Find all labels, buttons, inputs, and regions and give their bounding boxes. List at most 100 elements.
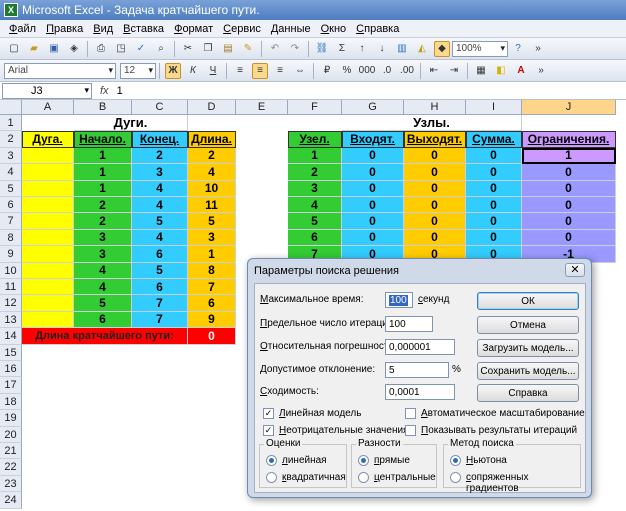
row-header[interactable]: 24: [0, 492, 22, 509]
menu-edit[interactable]: Правка: [46, 23, 83, 35]
cell[interactable]: [22, 279, 74, 296]
toolbar-options-icon[interactable]: »: [530, 41, 546, 57]
select-all-corner[interactable]: [0, 100, 22, 115]
column-header[interactable]: G: [342, 100, 404, 115]
column-header[interactable]: I: [466, 100, 522, 115]
save-icon[interactable]: ▣: [46, 41, 62, 57]
ok-button[interactable]: ОК: [477, 292, 579, 310]
new-icon[interactable]: ▢: [6, 41, 22, 57]
cell[interactable]: 0: [404, 164, 466, 181]
permission-icon[interactable]: ◈: [66, 41, 82, 57]
row-header[interactable]: 5: [0, 180, 22, 197]
cell[interactable]: 4: [132, 229, 188, 247]
format-painter-icon[interactable]: ✎: [240, 41, 256, 57]
function-icon[interactable]: fx: [100, 85, 109, 97]
column-header[interactable]: J: [522, 100, 616, 115]
linear-model-checkbox[interactable]: ✓: [263, 408, 274, 419]
column-header[interactable]: D: [188, 100, 236, 115]
cell[interactable]: 0: [522, 197, 616, 214]
preview-icon[interactable]: ◳: [113, 41, 129, 57]
cell[interactable]: 2: [288, 164, 342, 181]
iterations-input[interactable]: 100: [385, 316, 433, 332]
row-header[interactable]: 16: [0, 361, 22, 378]
cell[interactable]: 6: [74, 311, 132, 329]
cell[interactable]: 1: [74, 180, 132, 197]
menu-tools[interactable]: Сервис: [223, 23, 261, 35]
cell[interactable]: 5: [74, 295, 132, 312]
cell[interactable]: 0: [342, 147, 404, 165]
tolerance-input[interactable]: 5: [385, 362, 449, 378]
precision-input[interactable]: 0,000001: [385, 339, 455, 355]
cell[interactable]: 0: [466, 147, 522, 165]
cell[interactable]: 0: [466, 180, 522, 197]
cell[interactable]: 3: [288, 180, 342, 197]
menu-view[interactable]: Вид: [93, 23, 113, 35]
row-header[interactable]: 8: [0, 229, 22, 247]
cell[interactable]: 0: [404, 229, 466, 247]
cell[interactable]: 6: [132, 279, 188, 296]
hyperlink-icon[interactable]: ⛓: [314, 41, 330, 57]
cell[interactable]: 0: [342, 180, 404, 197]
increase-indent-icon[interactable]: ⇥: [446, 63, 462, 79]
cell[interactable]: 4: [288, 197, 342, 214]
cell[interactable]: 0: [342, 229, 404, 247]
cell[interactable]: 0: [404, 197, 466, 214]
cell[interactable]: 3: [74, 246, 132, 263]
cell[interactable]: 0: [466, 164, 522, 181]
chart-wizard-icon[interactable]: ▥: [394, 41, 410, 57]
cell[interactable]: 4: [74, 279, 132, 296]
show-results-checkbox[interactable]: [405, 425, 416, 436]
row-header[interactable]: 18: [0, 393, 22, 411]
cell[interactable]: 5: [132, 262, 188, 279]
menu-insert[interactable]: Вставка: [123, 23, 164, 35]
open-icon[interactable]: ▰: [26, 41, 42, 57]
cell[interactable]: 2: [74, 197, 132, 214]
row-header[interactable]: 21: [0, 443, 22, 460]
menu-help[interactable]: Справка: [356, 23, 399, 35]
cell[interactable]: 10: [188, 180, 236, 197]
cell[interactable]: 4: [74, 262, 132, 279]
cell[interactable]: [22, 295, 74, 312]
method-newton-radio[interactable]: [450, 455, 461, 466]
row-header[interactable]: 23: [0, 475, 22, 493]
menu-window[interactable]: Окно: [321, 23, 347, 35]
font-size-select[interactable]: 12: [120, 62, 156, 79]
thousands-icon[interactable]: 000: [359, 63, 376, 79]
cell[interactable]: 0: [466, 213, 522, 230]
row-header[interactable]: 7: [0, 213, 22, 230]
max-time-input[interactable]: 100: [385, 292, 413, 308]
cell[interactable]: 5: [132, 213, 188, 230]
row-header[interactable]: 12: [0, 295, 22, 312]
research-icon[interactable]: ⌕: [153, 41, 169, 57]
nodes-title[interactable]: Узлы.: [342, 115, 522, 132]
cell[interactable]: [22, 180, 74, 197]
undo-icon[interactable]: ↶: [267, 41, 283, 57]
cell[interactable]: 0: [342, 213, 404, 230]
cell[interactable]: 7: [132, 311, 188, 329]
paste-icon[interactable]: ▤: [220, 41, 236, 57]
cell[interactable]: 0: [466, 197, 522, 214]
cell[interactable]: 0: [404, 213, 466, 230]
node-header[interactable]: Сумма.: [466, 131, 522, 148]
row-header[interactable]: 4: [0, 164, 22, 181]
italic-button[interactable]: К: [185, 63, 201, 79]
cell[interactable]: 4: [132, 180, 188, 197]
cell[interactable]: 6: [132, 246, 188, 263]
save-model-button[interactable]: Сохранить модель...: [477, 362, 579, 380]
name-box[interactable]: J3: [2, 82, 92, 99]
toolbar-options-icon[interactable]: »: [533, 63, 549, 79]
borders-icon[interactable]: ▦: [473, 63, 489, 79]
cell[interactable]: [22, 229, 74, 247]
arc-header[interactable]: Дуга.: [22, 131, 74, 148]
cell[interactable]: [22, 164, 74, 181]
diff-central-radio[interactable]: [358, 472, 369, 483]
cell[interactable]: 7: [132, 295, 188, 312]
zoom-select[interactable]: 100%: [452, 40, 508, 57]
print-icon[interactable]: ⎙: [93, 41, 109, 57]
node-header[interactable]: Выходят.: [404, 131, 466, 148]
row-header[interactable]: 19: [0, 410, 22, 427]
redo-icon[interactable]: ↷: [287, 41, 303, 57]
row-header[interactable]: 15: [0, 344, 22, 361]
row-header[interactable]: 22: [0, 459, 22, 476]
cell[interactable]: 9: [188, 311, 236, 329]
